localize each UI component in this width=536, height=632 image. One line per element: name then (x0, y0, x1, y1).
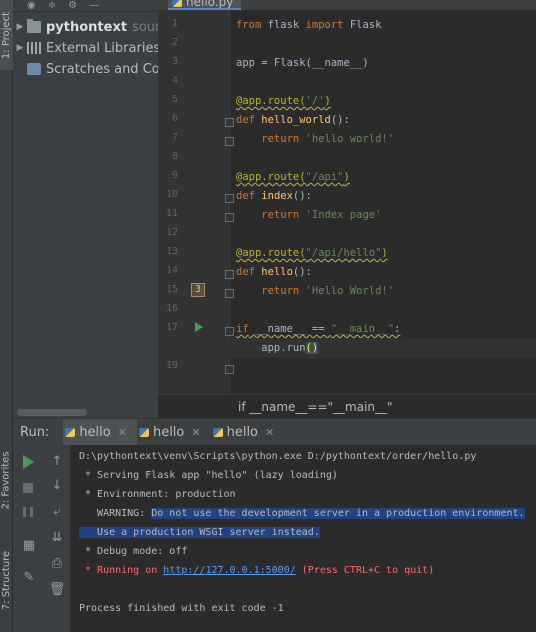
horizontal-scrollbar[interactable] (17, 409, 87, 416)
libraries-icon (27, 42, 41, 54)
tree-item-external-libraries[interactable]: ▶ External Libraries (13, 38, 158, 58)
scroll-to-end-icon[interactable]: ⇊ (49, 529, 65, 545)
code-line-18[interactable]: app.run() (158, 339, 536, 358)
python-file-icon (65, 427, 76, 437)
left-tool-strip: 1: Project 2: Favorites 7: Structure (0, 0, 13, 632)
print-icon[interactable]: ⎙ (49, 555, 65, 571)
code-editor: hello.py 1 2 3 4 5 6 7 8 9 10 11 12 13 1… (158, 0, 536, 418)
code-line-5[interactable]: @app.route('/') (158, 92, 536, 111)
console-line: WARNING: Do not use the development serv… (79, 508, 525, 519)
layout-icon[interactable]: ▦ (21, 537, 37, 553)
line-number: 8 (171, 151, 178, 162)
soft-wrap-icon[interactable]: ⤶ (49, 503, 65, 519)
folder-icon (27, 19, 41, 33)
code-line-1[interactable]: from flask import Flask (158, 16, 536, 35)
settings-icon[interactable]: ⚙ (68, 0, 77, 11)
sync-icon[interactable]: ◉ (27, 0, 36, 11)
collapse-icon[interactable]: ≑ (48, 0, 56, 11)
python-file-icon (212, 427, 223, 437)
code-line-14[interactable]: def hello(): (158, 263, 536, 282)
project-toolbar: ◉ ≑ ⚙ — (13, 0, 158, 12)
console-output[interactable]: D:\pythontext\venv\Scripts\python.exe D:… (79, 445, 536, 632)
editor-tab-bar: hello.py (158, 0, 536, 10)
run-tab-hello[interactable]: hello ✕ (63, 419, 137, 445)
run-tab-hello[interactable]: hello ✕ (137, 419, 211, 445)
run-toolbar: ↑ ↓ ⤶ ⇊ ▦ ⎙ ✎ 🗑 (13, 445, 71, 632)
console-line: * Serving Flask app "hello" (lazy loadin… (79, 470, 338, 481)
expand-arrow-icon[interactable]: ▶ (13, 43, 27, 53)
line-number: 16 (165, 303, 178, 314)
console-line: * Environment: production (79, 489, 236, 500)
code-line-10[interactable]: def index(): (158, 187, 536, 206)
close-icon[interactable]: ✕ (265, 426, 274, 439)
close-icon[interactable]: ✕ (191, 426, 200, 439)
server-url-link[interactable]: http://127.0.0.1:5000/ (163, 565, 295, 576)
hide-icon[interactable]: — (89, 0, 99, 11)
line-number: 19 (165, 360, 178, 371)
code-line-11[interactable]: return 'Index page' (158, 206, 536, 225)
tab-hello-py[interactable]: hello.py (168, 0, 242, 10)
tree-item-scratches[interactable]: Scratches and Consoles (13, 59, 158, 79)
project-panel: ◉ ≑ ⚙ — ▶ pythontext source ▶ External L… (13, 0, 158, 418)
code-line-9[interactable]: @app.route("/api") (158, 168, 536, 187)
pin-icon[interactable]: ✎ (21, 569, 37, 585)
code-line-13[interactable]: @app.route("/api/hello") (158, 244, 536, 263)
breadcrumb[interactable]: if __name__=="__main__" (158, 394, 536, 418)
run-header: Run: hello ✕ hello ✕ hello ✕ (13, 419, 536, 445)
pause-icon[interactable] (23, 507, 33, 517)
line-number: 2 (171, 37, 178, 48)
code-line-17[interactable]: if __name__ == "__main__": (158, 320, 536, 339)
stop-icon[interactable] (23, 483, 33, 493)
run-panel: Run: hello ✕ hello ✕ hello ✕ ↑ ↓ ⤶ ⇊ ▦ ⎙… (13, 418, 536, 632)
code-line-3[interactable]: app = Flask(__name__) (158, 54, 536, 73)
fold-marker-icon[interactable] (225, 365, 234, 374)
scratches-icon (27, 63, 41, 75)
console-line: * Debug mode: off (79, 546, 188, 557)
run-label: Run: (20, 424, 50, 440)
console-line: Process finished with exit code -1 (79, 603, 284, 614)
project-side-tab[interactable]: 1: Project (0, 0, 13, 70)
line-number: 12 (165, 227, 178, 238)
python-file-icon (172, 0, 182, 7)
run-tab-hello[interactable]: hello ✕ (211, 419, 285, 445)
arrow-down-icon[interactable]: ↓ (49, 477, 65, 493)
rerun-icon[interactable] (23, 455, 34, 469)
console-line: Use a production WSGI server instead. (79, 527, 320, 538)
line-number: 4 (171, 75, 178, 86)
structure-side-tab[interactable]: 7: Structure (0, 540, 13, 620)
trash-icon[interactable]: 🗑 (49, 581, 66, 597)
console-line: * Running on http://127.0.0.1:5000/ (Pre… (79, 565, 435, 576)
code-line-6[interactable]: def hello_world(): (158, 111, 536, 130)
close-icon[interactable]: ✕ (118, 426, 127, 439)
expand-arrow-icon[interactable]: ▶ (13, 22, 27, 32)
favorites-side-tab[interactable]: 2: Favorites (0, 440, 13, 520)
tree-item-pythontext[interactable]: ▶ pythontext source (13, 17, 158, 37)
arrow-up-icon[interactable]: ↑ (49, 453, 65, 469)
python-file-icon (138, 427, 149, 437)
code-line-7[interactable]: return 'hello world!' (158, 130, 536, 149)
console-line: D:\pythontext\venv\Scripts\python.exe D:… (79, 451, 477, 462)
code-line-15[interactable]: return 'Hello World!' (158, 282, 536, 301)
